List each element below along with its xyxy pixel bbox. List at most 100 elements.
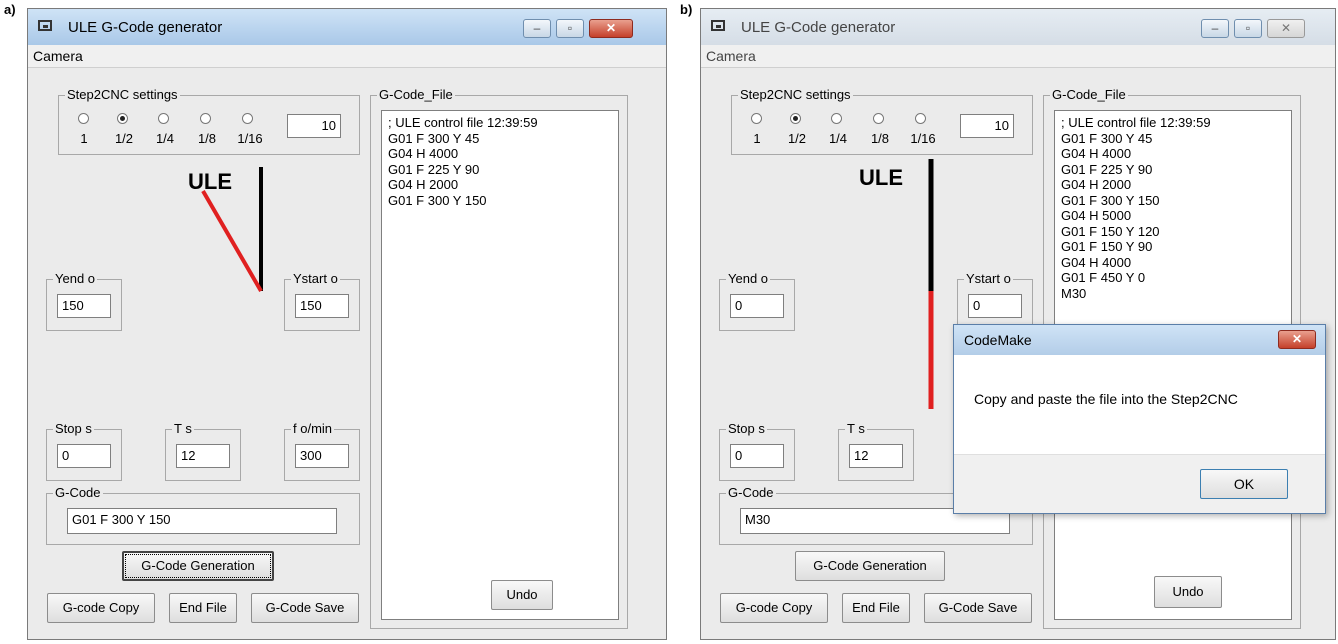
menu-bar: Camera: [28, 45, 666, 68]
dialog-title: CodeMake: [964, 332, 1032, 348]
beam-red-line: [201, 189, 263, 293]
step-label-1: 1: [80, 131, 88, 146]
menu-bar: Camera: [701, 45, 1335, 68]
gcode-file-group: G-Code_File ; ULE control file 12:39:59 …: [370, 87, 628, 629]
step-label-1-4: 1/4: [828, 131, 848, 146]
yend-group: Yend o 150: [46, 271, 122, 331]
maximize-button[interactable]: ▫: [556, 19, 584, 38]
gcode-copy-button[interactable]: G-code Copy: [720, 593, 828, 623]
list-item: G01 F 150 Y 120: [1061, 223, 1160, 239]
list-item: M30: [1061, 285, 1087, 301]
panel-label-b: b): [680, 2, 693, 17]
ystart-input[interactable]: 150: [295, 294, 349, 318]
radio-step-1-8[interactable]: [200, 113, 211, 124]
gcode-copy-button[interactable]: G-code Copy: [47, 593, 155, 623]
t-input[interactable]: 12: [849, 444, 903, 468]
gcode-label: G-Code: [726, 485, 776, 501]
window-title: ULE G-Code generator: [68, 19, 223, 36]
ystart-label: Ystart o: [964, 271, 1013, 287]
f-label: f o/min: [291, 421, 335, 437]
radio-step-1-4[interactable]: [831, 113, 842, 124]
ystart-input[interactable]: 0: [968, 294, 1022, 318]
yend-input[interactable]: 0: [730, 294, 784, 318]
t-label: T s: [172, 421, 194, 437]
radio-step-1-8[interactable]: [873, 113, 884, 124]
stop-input[interactable]: 0: [57, 444, 111, 468]
beam-drawing: [928, 159, 934, 409]
close-button[interactable]: ✕: [1267, 19, 1305, 38]
list-item: G01 F 150 Y 90: [1061, 239, 1153, 254]
stop-input[interactable]: 0: [730, 444, 784, 468]
list-item: G04 H 4000: [1061, 254, 1132, 270]
f-group: f o/min 300: [284, 421, 360, 481]
gcode-generation-button[interactable]: G-Code Generation: [122, 551, 274, 581]
radio-step-1-4[interactable]: [158, 113, 169, 124]
gcode-input[interactable]: G01 F 300 Y 150: [67, 508, 337, 534]
menu-camera[interactable]: Camera: [33, 48, 83, 64]
step2cnc-group: Step2CNC settings 1 1/2 1/4 1/8 1/16 10: [731, 87, 1033, 155]
step-label-1-8: 1/8: [197, 131, 217, 146]
end-file-button[interactable]: End File: [842, 593, 910, 623]
stop-label: Stop s: [726, 421, 767, 437]
dialog-close-button[interactable]: ✕: [1278, 330, 1316, 349]
dialog-footer: OK: [954, 454, 1325, 513]
dialog-message: Copy and paste the file into the Step2CN…: [974, 391, 1238, 407]
radio-step-1-16[interactable]: [242, 113, 253, 124]
list-item: ; ULE control file 12:39:59: [1061, 115, 1211, 130]
list-item: G04 H 5000: [1061, 208, 1132, 223]
undo-button[interactable]: Undo: [1154, 576, 1222, 608]
list-item: G01 F 300 Y 45: [1061, 130, 1153, 146]
list-item: G01 F 300 Y 45: [388, 130, 480, 146]
t-group: T s 12: [838, 421, 914, 481]
f-input[interactable]: 300: [295, 444, 349, 468]
ok-button[interactable]: OK: [1200, 469, 1288, 499]
window-title: ULE G-Code generator: [741, 19, 896, 36]
radio-step-1-16[interactable]: [915, 113, 926, 124]
close-button[interactable]: ✕: [589, 19, 633, 38]
step-value-input[interactable]: 10: [960, 114, 1014, 138]
minimize-button[interactable]: –: [1201, 19, 1229, 38]
list-item: ; ULE control file 12:39:59: [388, 115, 538, 130]
app-icon: [38, 20, 52, 31]
yend-group: Yend o 0: [719, 271, 795, 331]
gcode-save-button[interactable]: G-Code Save: [251, 593, 359, 623]
gcode-file-title: G-Code_File: [377, 87, 455, 103]
step2cnc-title: Step2CNC settings: [738, 87, 853, 103]
list-item: G01 F 450 Y 0: [1061, 270, 1146, 285]
radio-step-1-2[interactable]: [790, 113, 801, 124]
gcode-file-list[interactable]: ; ULE control file 12:39:59 G01 F 300 Y …: [381, 110, 619, 620]
yend-label: Yend o: [53, 271, 98, 287]
yend-input[interactable]: 150: [57, 294, 111, 318]
list-item: G01 F 300 Y 150: [388, 192, 487, 208]
gcode-generation-button[interactable]: G-Code Generation: [795, 551, 945, 581]
step-label-1-8: 1/8: [870, 131, 890, 146]
t-input[interactable]: 12: [176, 444, 230, 468]
list-item: G01 F 300 Y 150: [1061, 192, 1160, 208]
ystart-group: Ystart o 150: [284, 271, 360, 331]
menu-camera[interactable]: Camera: [706, 48, 756, 64]
radio-step-1-2[interactable]: [117, 113, 128, 124]
list-item: G01 F 225 Y 90: [388, 161, 480, 177]
gcode-save-button[interactable]: G-Code Save: [924, 593, 1032, 623]
title-bar: ULE G-Code generator – ▫ ✕: [701, 9, 1335, 45]
app-icon: [711, 20, 725, 31]
gcode-group: G-Code G01 F 300 Y 150: [46, 485, 360, 545]
list-item: G01 F 225 Y 90: [1061, 161, 1153, 177]
step-label-1: 1: [753, 131, 761, 146]
minimize-button[interactable]: –: [523, 19, 551, 38]
stop-group: Stop s 0: [719, 421, 795, 481]
ule-label: ULE: [859, 165, 903, 190]
radio-step-1[interactable]: [78, 113, 89, 124]
end-file-button[interactable]: End File: [169, 593, 237, 623]
step-value-input[interactable]: 10: [287, 114, 341, 138]
maximize-button[interactable]: ▫: [1234, 19, 1262, 38]
list-item: G04 H 4000: [388, 146, 459, 161]
stop-group: Stop s 0: [46, 421, 122, 481]
radio-step-1[interactable]: [751, 113, 762, 124]
list-item: G04 H 2000: [1061, 177, 1132, 192]
step-label-1-2: 1/2: [787, 131, 807, 146]
dialog-title-bar: CodeMake ✕: [954, 325, 1325, 355]
undo-button[interactable]: Undo: [491, 580, 553, 610]
step-label-1-16: 1/16: [237, 131, 263, 146]
step-label-1-16: 1/16: [910, 131, 936, 146]
